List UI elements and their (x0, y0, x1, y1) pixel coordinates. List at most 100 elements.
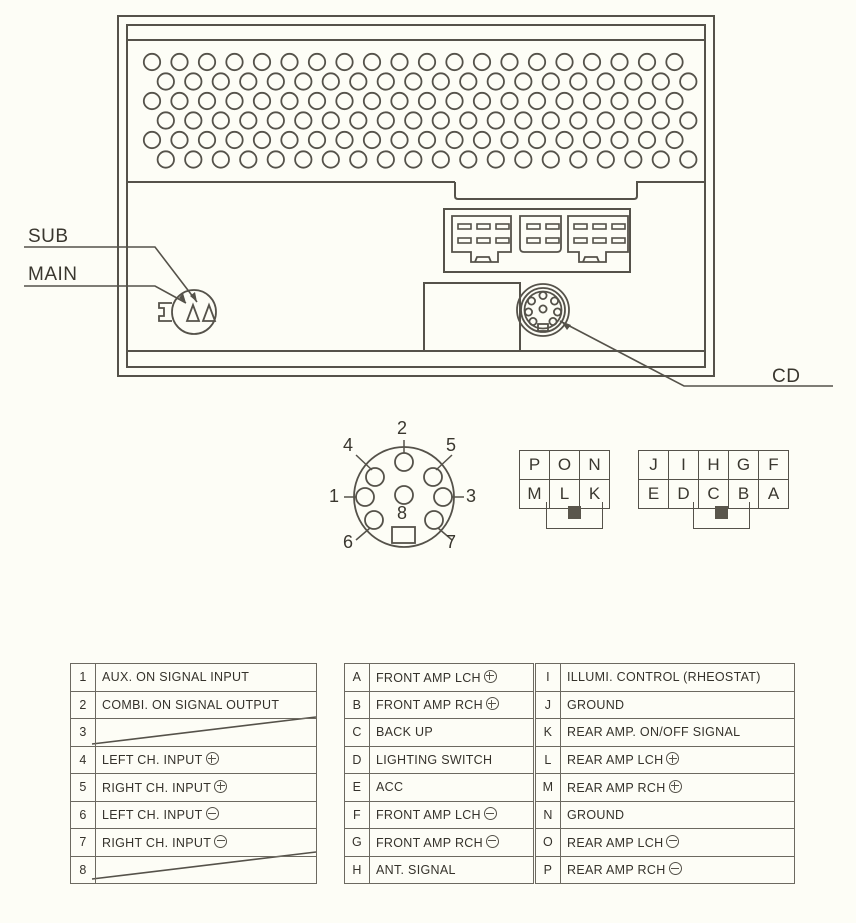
polarity-plus-icon (485, 697, 499, 711)
table-row: K REAR AMP. ON/OFF SIGNAL (535, 718, 795, 747)
pin-description: LIGHTING SWITCH (369, 745, 534, 774)
pin-description: ILLUMI. CONTROL (RHEOSTAT) (560, 663, 795, 692)
pin-key: J (535, 690, 561, 719)
table-row: E ACC (344, 773, 534, 802)
pin-description: ANT. SIGNAL (369, 855, 534, 884)
pin-description: BACK UP (369, 718, 534, 747)
pin-key: F (344, 800, 370, 829)
pin-description: FRONT AMP LCH (369, 800, 534, 829)
polarity-minus-icon (214, 834, 228, 848)
pin-key: O (535, 828, 561, 857)
diagram-canvas: SUB MAIN CD 2 4 5 1 3 8 6 7 PONMLK JIHGF… (0, 0, 856, 923)
connector-pin-P: P (519, 450, 550, 480)
connector-bay-outline (454, 181, 705, 200)
connector-grid-right-tab (693, 502, 750, 529)
pin-key: 6 (70, 800, 96, 829)
polarity-plus-icon (668, 779, 682, 793)
pin-key: 8 (70, 855, 96, 884)
ventilation-holes (142, 52, 698, 169)
din-pin-number-4: 4 (343, 435, 354, 455)
connector-pin-A: A (758, 479, 789, 509)
pin-description: ACC (369, 773, 534, 802)
table-row: I ILLUMI. CONTROL (RHEOSTAT) (535, 663, 795, 692)
table-row: B FRONT AMP RCH (344, 690, 534, 719)
table-row: P REAR AMP RCH (535, 855, 795, 884)
pin-key: G (344, 828, 370, 857)
table-row: L REAR AMP LCH (535, 745, 795, 774)
polarity-plus-icon (666, 752, 680, 766)
table-row: 3 (70, 718, 317, 747)
table-row: 2 COMBI. ON SIGNAL OUTPUT (70, 690, 317, 719)
pin-description: RIGHT CH. INPUT (95, 773, 317, 802)
pin-key: L (535, 745, 561, 774)
pin-key: E (344, 773, 370, 802)
pin-key: 2 (70, 690, 96, 719)
table-row: G FRONT AMP RCH (344, 828, 534, 857)
pin-description: REAR AMP. ON/OFF SIGNAL (560, 718, 795, 747)
din-pin-number-5: 5 (446, 435, 457, 455)
connector-grid-row: PON (519, 450, 610, 480)
table-row: 5 RIGHT CH. INPUT (70, 773, 317, 802)
connector-pin-H: H (698, 450, 729, 480)
pin-key: H (344, 855, 370, 884)
harness-pinout-table-i-p: I ILLUMI. CONTROL (RHEOSTAT) J GROUND K REAR … (535, 663, 795, 884)
terminal-slots (457, 223, 626, 244)
connector-grid-left-nub (568, 506, 581, 519)
polarity-minus-icon (483, 807, 497, 821)
din-pinout-table: 1 AUX. ON SIGNAL INPUT 2 COMBI. ON SIGNAL O… (70, 663, 317, 884)
pin-description: LEFT CH. INPUT (95, 800, 317, 829)
pin-description: RIGHT CH. INPUT (95, 828, 317, 857)
sub-main-jack (158, 289, 217, 335)
table-row: F FRONT AMP LCH (344, 800, 534, 829)
pin-key: C (344, 718, 370, 747)
table-row: 7 RIGHT CH. INPUT (70, 828, 317, 857)
pin-description-blank (95, 718, 317, 747)
pin-description: COMBI. ON SIGNAL OUTPUT (95, 690, 317, 719)
terminal-block-middle (519, 215, 562, 253)
pin-key: N (535, 800, 561, 829)
table-row: O REAR AMP LCH (535, 828, 795, 857)
terminal-block-left (451, 215, 512, 263)
polarity-minus-icon (666, 834, 680, 848)
polarity-plus-icon (214, 779, 228, 793)
sub-triangle (201, 302, 217, 322)
pin-description: FRONT AMP LCH (369, 663, 534, 692)
polarity-minus-icon (205, 807, 219, 821)
label-cd: CD (772, 366, 801, 387)
pin-key: B (344, 690, 370, 719)
connector-pin-G: G (728, 450, 759, 480)
main-triangle (185, 302, 201, 322)
table-row: C BACK UP (344, 718, 534, 747)
pin-description: REAR AMP RCH (560, 773, 795, 802)
connector-grid-left-wrap: PONMLK (519, 450, 610, 529)
connector-pin-M: M (519, 479, 550, 509)
jack-side-tab (158, 302, 172, 322)
pin-description: REAR AMP LCH (560, 745, 795, 774)
table-row: A FRONT AMP LCH (344, 663, 534, 692)
din-pin-number-2: 2 (397, 418, 408, 438)
pin-key: 4 (70, 745, 96, 774)
label-sub: SUB (28, 226, 69, 247)
connector-pin-I: I (668, 450, 699, 480)
connector-grid-left-tab (546, 502, 603, 529)
pin-description: LEFT CH. INPUT (95, 745, 317, 774)
connector-grid-right: JIHGFEDCBA (638, 450, 789, 509)
pin-description: REAR AMP RCH (560, 855, 795, 884)
din-pin-number-1: 1 (329, 486, 340, 506)
connector-grid-left: PONMLK (519, 450, 610, 509)
pin-description: FRONT AMP RCH (369, 690, 534, 719)
table-row: J GROUND (535, 690, 795, 719)
pin-key: K (535, 718, 561, 747)
connector-grid-right-wrap: JIHGFEDCBA (638, 450, 789, 529)
table-row: 6 LEFT CH. INPUT (70, 800, 317, 829)
pin-key: P (535, 855, 561, 884)
pin-description: REAR AMP LCH (560, 828, 795, 857)
pin-key: 1 (70, 663, 96, 692)
connector-pin-E: E (638, 479, 669, 509)
pin-description-blank (95, 855, 317, 884)
pin-key: M (535, 773, 561, 802)
pin-key: I (535, 663, 561, 692)
harness-pinout-table-a-h: A FRONT AMP LCH B FRONT AMP RCH C BACK UP D LIG… (344, 663, 534, 884)
polarity-plus-icon (205, 752, 219, 766)
table-row: D LIGHTING SWITCH (344, 745, 534, 774)
